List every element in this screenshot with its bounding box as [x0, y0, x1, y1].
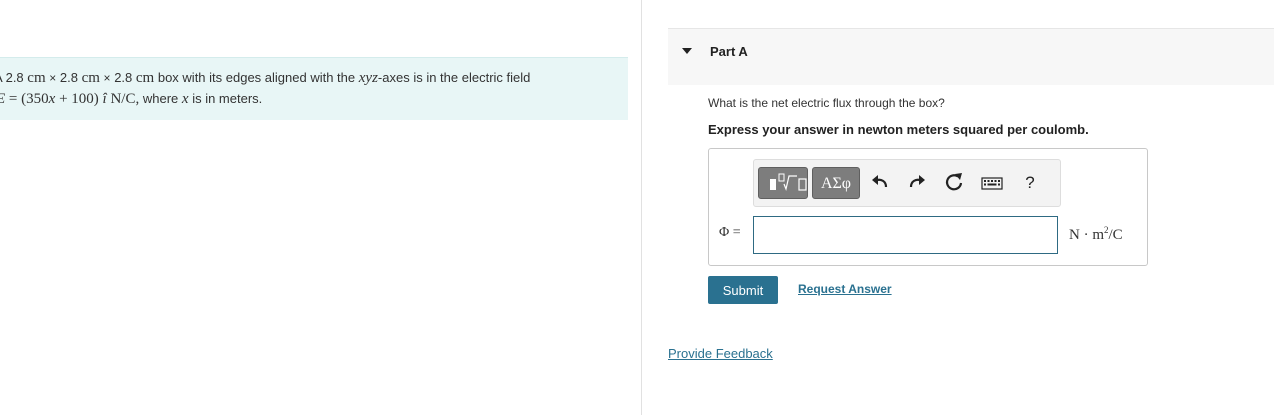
answer-label: Φ =	[719, 225, 741, 240]
part-a-header[interactable]: Part A	[668, 28, 1274, 85]
page: A 2.8 cm × 2.8 cm × 2.8 cm box with its …	[0, 0, 1274, 415]
collapse-caret-icon[interactable]	[682, 48, 692, 54]
answer-units: N · m2/C	[1069, 225, 1123, 243]
dimension-2: 2.8 cm	[59, 70, 100, 86]
keyboard-icon[interactable]	[980, 170, 1004, 196]
reset-icon[interactable]	[942, 170, 966, 196]
templates-icon	[770, 173, 807, 192]
submit-button[interactable]: Submit	[708, 276, 778, 304]
problem-line-1: A 2.8 cm × 2.8 cm × 2.8 cm box with its …	[0, 70, 531, 86]
math-toolbar: ΑΣφ ?	[753, 159, 1061, 207]
problem-line-2: E = (350x + 100) î N/C, where x is in me…	[0, 91, 262, 108]
answer-container: ΑΣφ ? Φ = N · m2/C	[708, 148, 1148, 266]
provide-feedback-link[interactable]: Provide Feedback	[668, 346, 773, 361]
undo-icon[interactable]	[868, 170, 892, 196]
part-title: Part A	[710, 44, 748, 59]
help-icon[interactable]: ?	[1018, 170, 1042, 196]
question-text: What is the net electric flux through th…	[708, 96, 945, 110]
redo-icon[interactable]	[905, 170, 929, 196]
answer-input[interactable]	[753, 216, 1058, 254]
request-answer-link[interactable]: Request Answer	[798, 282, 892, 296]
templates-button[interactable]	[758, 167, 808, 199]
problem-statement: A 2.8 cm × 2.8 cm × 2.8 cm box with its …	[0, 57, 628, 120]
field-equation: E = (350x + 100) î N/C,	[0, 91, 140, 107]
dimension-1: 2.8 cm	[5, 70, 46, 86]
greek-symbols-button[interactable]: ΑΣφ	[812, 167, 860, 199]
dimension-3: 2.8 cm	[114, 70, 155, 86]
instruction-text: Express your answer in newton meters squ…	[708, 122, 1089, 137]
column-divider	[641, 0, 642, 415]
